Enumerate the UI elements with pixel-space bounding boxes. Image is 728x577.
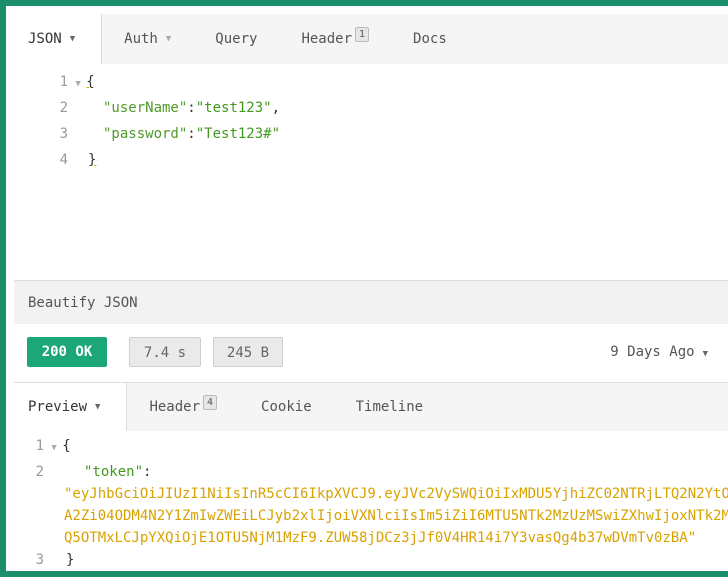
tab-cookie[interactable]: Cookie (239, 383, 334, 431)
chevron-down-icon: ▼ (702, 349, 708, 359)
beautify-json-label: Beautify JSON (28, 294, 138, 311)
response-status-bar: 200 OK 7.4 s 245 B 9 Days Ago ▼ (14, 324, 728, 383)
line-number: 3 (35, 552, 44, 568)
header-count-badge: 4 (203, 394, 218, 410)
tab-json[interactable]: JSON ▼ (14, 14, 103, 64)
code-line: 3 "password":"Test123#" (14, 121, 280, 147)
tab-response-header-label: Header (149, 399, 201, 415)
brace: } (88, 152, 97, 168)
token-value: Q5OTMxLCJpYXQiOjE1OTU5NjM1MzF9.ZUW58jDCz… (64, 530, 697, 546)
tab-auth-label: Auth (124, 31, 158, 47)
token-value: A2Zi04ODM4N2Y1ZmIwZWEiLCJyb2xlIjoiVXNlci… (64, 508, 728, 524)
tab-timeline[interactable]: Timeline (334, 383, 445, 431)
token-value-line: "eyJhbGciOiJIUzI1NiIsInR5cCI6IkpXVCJ9.ey… (64, 483, 728, 505)
tab-json-label: JSON (28, 31, 62, 47)
brace: { (62, 438, 71, 454)
response-tabs: Preview ▼ Header 4 Cookie Timeline (14, 383, 728, 432)
response-size-badge: 245 B (213, 337, 283, 367)
response-preview[interactable]: 1 ▼ { 2 "token": "eyJhbGciOiJIUzI1NiIsInR… (14, 431, 728, 571)
header-count-badge: 1 (355, 26, 370, 42)
chevron-down-icon: ▼ (95, 402, 101, 412)
code-line: 1 ▼ { (14, 69, 95, 95)
tab-docs[interactable]: Docs (391, 14, 469, 64)
line-number: 4 (59, 152, 68, 168)
line-number: 3 (59, 126, 68, 142)
request-tabs: JSON ▼ Auth ▼ Query Header 1 Docs (14, 14, 728, 65)
chevron-down-icon: ▼ (69, 34, 76, 44)
tab-preview[interactable]: Preview ▼ (14, 383, 128, 431)
response-history-dropdown[interactable]: 9 Days Ago ▼ (610, 337, 708, 367)
status-code-badge: 200 OK (27, 337, 107, 367)
tab-header-label: Header (301, 31, 353, 47)
line-number: 2 (59, 100, 68, 116)
tab-timeline-label: Timeline (355, 399, 424, 415)
code-line: 1 ▼ { (14, 435, 71, 457)
tab-auth[interactable]: Auth ▼ (102, 14, 193, 64)
json-key: "token" (84, 464, 144, 480)
code-line: 2 "token": (14, 461, 152, 483)
tab-preview-label: Preview (28, 399, 88, 415)
brace: } (66, 552, 75, 568)
fold-arrow-icon[interactable]: ▼ (46, 443, 62, 453)
json-colon: : (187, 126, 196, 142)
json-value: "Test123#" (195, 126, 281, 142)
beautify-json-button[interactable]: Beautify JSON (14, 280, 728, 325)
json-colon: : (143, 464, 152, 480)
token-value-line: Q5OTMxLCJpYXQiOjE1OTU5NjM1MzF9.ZUW58jDCz… (64, 527, 696, 549)
insomnia-window: JSON ▼ Auth ▼ Query Header 1 Docs 1 ▼ { … (0, 0, 728, 577)
tab-query-label: Query (215, 31, 258, 47)
tab-header[interactable]: Header 1 (279, 14, 391, 64)
tab-cookie-label: Cookie (261, 399, 312, 415)
json-comma: , (271, 100, 281, 116)
line-number: 1 (59, 74, 68, 90)
json-colon: : (187, 100, 196, 116)
code-line: 3} (14, 549, 75, 571)
fold-arrow-icon[interactable]: ▼ (70, 79, 86, 89)
token-value-line: A2Zi04ODM4N2Y1ZmIwZWEiLCJyb2xlIjoiVXNlci… (64, 505, 728, 527)
json-key: "userName" (103, 100, 188, 116)
response-time-badge: 7.4 s (129, 337, 201, 367)
request-body-editor[interactable]: 1 ▼ { 2 "userName":"test123", 3 "password"… (14, 64, 728, 280)
code-line: 4} (14, 147, 97, 173)
brace: { (86, 74, 95, 90)
json-value: "test123" (195, 100, 272, 116)
code-line: 2 "userName":"test123", (14, 95, 280, 121)
history-label: 9 Days Ago (610, 344, 695, 360)
tab-response-header[interactable]: Header 4 (127, 383, 239, 431)
chevron-down-icon: ▼ (165, 34, 172, 44)
tab-docs-label: Docs (413, 31, 447, 47)
tab-query[interactable]: Query (193, 14, 279, 64)
token-value: "eyJhbGciOiJIUzI1NiIsInR5cCI6IkpXVCJ9.ey… (64, 486, 728, 502)
line-number: 1 (35, 438, 44, 454)
json-key: "password" (103, 126, 188, 142)
line-number: 2 (35, 464, 44, 480)
